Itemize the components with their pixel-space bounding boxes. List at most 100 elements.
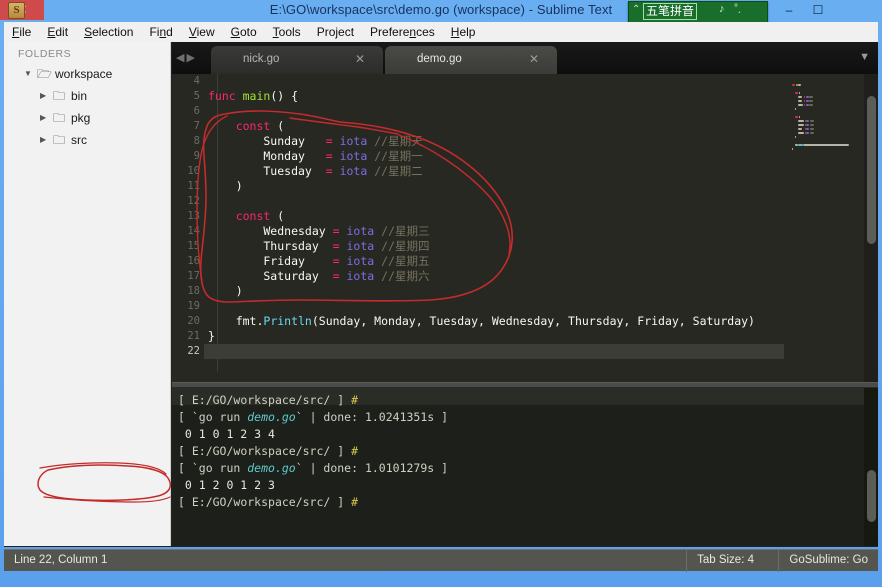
code-editor[interactable]: 4 5 6 7 8 9 10 11 12 13 14 15 16 17 18 19 20 21 22 func ma…: [172, 74, 878, 382]
console-line: [ E:/GO/workspace/src/ ] #: [178, 494, 358, 511]
code-line[interactable]: Friday = iota //星期五: [208, 254, 430, 269]
menu-item-tools[interactable]: Tools: [265, 22, 309, 42]
line-number: 14: [187, 225, 200, 237]
minimap-token: [805, 100, 809, 102]
menu-item-find[interactable]: Find: [141, 22, 180, 42]
code-token: iota: [339, 164, 368, 178]
chevron-down-icon[interactable]: ▼: [859, 51, 870, 63]
code-line[interactable]: Saturday = iota //星期六: [208, 269, 430, 284]
sidebar-item-bin[interactable]: ▶ 🗀 bin: [4, 86, 171, 106]
tab-nav-arrows[interactable]: ◀▶: [176, 51, 197, 64]
menu-item-project[interactable]: Project: [309, 22, 362, 42]
code-token: iota: [339, 134, 368, 148]
code-token: Println: [263, 314, 312, 328]
sidebar-item-label: pkg: [71, 111, 91, 125]
code-token: =: [325, 134, 333, 148]
console-line: 0 1 2 0 1 2 3: [178, 477, 275, 494]
code-line[interactable]: Wednesday = iota //星期三: [208, 224, 429, 239]
line-number: 19: [187, 300, 200, 312]
chevron-right-icon[interactable]: ▶: [40, 108, 46, 128]
code-token: //星期四: [381, 239, 430, 253]
menu-item-help[interactable]: Help: [443, 22, 484, 42]
code-token: //星期六: [381, 269, 430, 283]
console-token: #: [351, 393, 359, 407]
code-token: iota: [346, 239, 375, 253]
chevron-right-icon[interactable]: ▶: [40, 130, 46, 150]
minimap-token: [809, 100, 813, 102]
code-token: //星期二: [374, 164, 423, 178]
minimap-token: [797, 128, 803, 130]
sidebar: FOLDERS ▼ 🗁 workspace ▶ 🗀 bin ▶ 🗀 pkg ▶ 🗀 src: [4, 42, 171, 546]
line-number: 13: [187, 210, 200, 222]
console-line: [ E:/GO/workspace/src/ ] #: [178, 392, 358, 409]
code-token: iota: [346, 224, 375, 238]
tab-nick-go[interactable]: nick.go ✕: [211, 46, 383, 74]
build-output-panel[interactable]: [ E:/GO/workspace/src/ ] # [ `go run demo…: [172, 388, 878, 546]
code-line[interactable]: }: [208, 329, 215, 344]
ime-dots-icon[interactable]: °͵: [734, 3, 741, 14]
tab-size-status[interactable]: Tab Size: 4: [686, 550, 764, 572]
code-token: (Sunday, Monday, Tuesday, Wednesday, Thu…: [311, 314, 755, 328]
code-line[interactable]: const (: [208, 119, 284, 134]
minimap-token: [806, 128, 810, 130]
menu-item-preferences[interactable]: Preferences: [362, 22, 443, 42]
maximize-button[interactable]: ☐: [805, 0, 831, 20]
sidebar-item-workspace[interactable]: ▼ 🗁 workspace: [4, 64, 171, 84]
code-line[interactable]: Monday = iota //星期一: [208, 149, 422, 164]
code-content[interactable]: func main() { const ( Sunday = iota //星期…: [204, 74, 784, 382]
code-token: =: [325, 164, 333, 178]
code-token: (: [270, 119, 285, 133]
minimap-token: [794, 92, 799, 94]
code-line[interactable]: fmt.Println(Sunday, Monday, Tuesday, Wed…: [208, 314, 755, 329]
minimap[interactable]: [784, 74, 860, 382]
menu-item-edit[interactable]: Edit: [39, 22, 76, 42]
console-token: demo.go: [247, 410, 296, 424]
code-line[interactable]: Sunday = iota //星期天: [208, 134, 422, 149]
code-line[interactable]: ): [208, 179, 243, 194]
ime-collapse-icon[interactable]: ⌃: [632, 4, 640, 15]
minimize-button[interactable]: –: [776, 0, 802, 20]
code-token: }: [208, 329, 215, 343]
editor-scrollbar-thumb[interactable]: [867, 96, 876, 244]
cursor-position-status: Line 22, Column 1: [14, 554, 108, 566]
sidebar-item-pkg[interactable]: ▶ 🗀 pkg: [4, 108, 171, 128]
sidebar-header: FOLDERS: [18, 48, 72, 60]
sidebar-item-src[interactable]: ▶ 🗀 src: [4, 130, 171, 150]
console-token: 0 1 0 1 2 3 4: [178, 427, 275, 441]
code-token: () {: [270, 89, 299, 103]
ime-method-name[interactable]: 五笔拼音: [643, 3, 698, 20]
code-line[interactable]: ): [208, 284, 243, 299]
menu-item-goto[interactable]: Goto: [223, 22, 265, 42]
code-token: Saturday: [208, 269, 333, 283]
console-scrollbar-thumb[interactable]: [867, 470, 876, 522]
minimap-token: [797, 104, 803, 106]
code-token: //星期五: [381, 254, 430, 268]
code-token: ): [208, 284, 243, 298]
moon-icon[interactable]: ♪: [719, 3, 725, 15]
console-token: [ `go run: [178, 461, 248, 475]
close-icon[interactable]: ✕: [355, 46, 365, 72]
code-token: =: [332, 269, 340, 283]
chevron-right-icon[interactable]: ▶: [40, 86, 46, 106]
minimap-token: [805, 104, 809, 106]
chevron-down-icon[interactable]: ▼: [24, 64, 32, 84]
code-line[interactable]: Thursday = iota //星期四: [208, 239, 430, 254]
syntax-status[interactable]: GoSublime: Go: [778, 550, 878, 572]
console-token: E:/GO/workspace/src/: [191, 495, 331, 509]
menu-item-file[interactable]: File: [4, 22, 39, 42]
console-scrollbar[interactable]: [864, 388, 878, 546]
code-line[interactable]: const (: [208, 209, 284, 224]
menu-item-view[interactable]: View: [181, 22, 223, 42]
code-line[interactable]: func main() {: [208, 89, 298, 104]
tab-demo-go[interactable]: demo.go ✕: [385, 46, 557, 74]
code-line[interactable]: Tuesday = iota //星期二: [208, 164, 423, 179]
console-token: ]: [330, 495, 352, 509]
minimap-token: [792, 84, 795, 86]
console-token: demo.go: [247, 461, 296, 475]
minimap-token: [809, 96, 813, 98]
close-icon[interactable]: ✕: [529, 46, 539, 72]
console-token: ]: [330, 444, 352, 458]
menu-item-selection[interactable]: Selection: [76, 22, 141, 42]
code-token: iota: [346, 254, 375, 268]
editor-scrollbar[interactable]: [864, 74, 878, 382]
